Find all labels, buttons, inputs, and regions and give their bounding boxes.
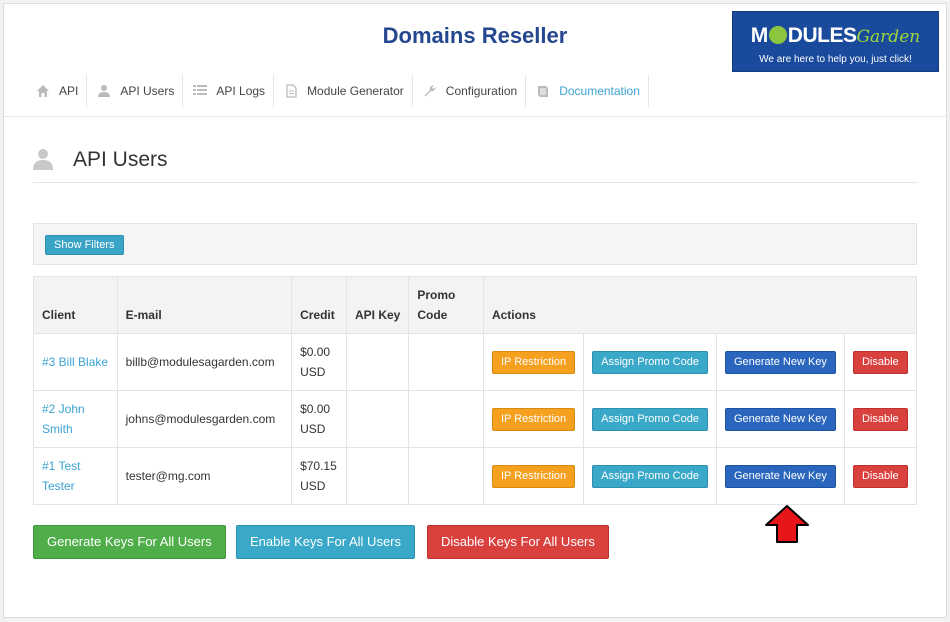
client-link[interactable]: #3 Bill Blake: [42, 355, 108, 369]
promo-code-cell: [408, 447, 484, 505]
nav-item-api-users[interactable]: API Users: [87, 75, 184, 107]
nav-item-documentation[interactable]: Documentation: [526, 75, 649, 107]
client-link[interactable]: #2 John Smith: [42, 402, 85, 436]
nav-label: Configuration: [445, 84, 518, 98]
nav-item-api[interactable]: API: [26, 75, 88, 107]
disable-button[interactable]: Disable: [852, 350, 908, 374]
promo-code-cell: [408, 390, 484, 448]
header: Domains Reseller M DULESGarden We are her…: [4, 4, 946, 117]
client-cell: #1 Test Tester: [33, 447, 118, 505]
nav-item-module-generator[interactable]: Module Generator: [274, 75, 413, 107]
column-header-email[interactable]: E-mail: [116, 276, 293, 334]
email-cell: johns@modulesgarden.com: [116, 390, 293, 448]
generate-new-key-button[interactable]: Generate New Key: [724, 464, 836, 488]
api-key-cell: [345, 390, 410, 448]
disable-button[interactable]: Disable: [852, 407, 908, 431]
api-key-cell: [345, 447, 410, 505]
generate-new-key-button[interactable]: Generate New Key: [724, 350, 836, 374]
api-users-table: Client E-mail Credit API Key Promo Code A…: [33, 276, 918, 505]
filters-bar: Show Filters: [33, 223, 917, 265]
ip-restriction-button[interactable]: IP Restriction: [491, 464, 576, 488]
nav-label: API Users: [120, 84, 175, 98]
email-cell: tester@mg.com: [116, 447, 293, 505]
table-row: #1 Test Tester tester@mg.com $70.15 USD IP…: [33, 447, 918, 505]
assign-promo-code-button[interactable]: Assign Promo Code: [592, 350, 708, 374]
table-row: #3 Bill Blake billb@modulesagarden.com $…: [33, 333, 918, 391]
list-icon: [193, 84, 208, 98]
email-cell: billb@modulesagarden.com: [116, 333, 293, 391]
page-header: API Users: [33, 145, 917, 183]
nav-item-api-logs[interactable]: API Logs: [183, 75, 275, 107]
ip-restriction-button[interactable]: IP Restriction: [491, 350, 576, 374]
table-header-row: Client E-mail Credit API Key Promo Code A…: [33, 276, 918, 334]
app-frame: Domains Reseller M DULESGarden We are her…: [3, 3, 947, 618]
main-nav: API API Users API Logs Module Generator: [26, 75, 649, 107]
column-header-actions: Actions: [482, 276, 918, 334]
modulesgarden-logo[interactable]: M DULESGarden We are here to help you, ju…: [732, 11, 939, 72]
column-header-credit[interactable]: Credit: [291, 276, 347, 334]
logo-globe-icon: [768, 26, 787, 44]
nav-item-configuration[interactable]: Configuration: [413, 75, 527, 107]
disable-keys-for-all-users-button[interactable]: Disable Keys For All Users: [427, 525, 609, 559]
credit-cell: $0.00 USD: [291, 333, 347, 391]
nav-label: API: [59, 84, 79, 98]
generate-keys-for-all-users-button[interactable]: Generate Keys For All Users: [33, 525, 226, 559]
page-title: API Users: [73, 148, 168, 171]
column-header-api-key[interactable]: API Key: [345, 276, 410, 334]
disable-button[interactable]: Disable: [852, 464, 908, 488]
api-key-cell: [345, 333, 410, 391]
logo-wordmark: M DULESGarden: [750, 24, 921, 47]
user-icon: [97, 84, 111, 98]
promo-code-cell: [408, 333, 484, 391]
table-row: #2 John Smith johns@modulesgarden.com $0.…: [33, 390, 918, 448]
user-icon: [33, 148, 53, 170]
logo-tagline: We are here to help you, just click!: [759, 54, 912, 65]
client-link[interactable]: #1 Test Tester: [42, 459, 80, 493]
show-filters-button[interactable]: Show Filters: [45, 235, 124, 255]
arrow-up-icon: [765, 505, 809, 543]
home-icon: [36, 84, 50, 98]
nav-label: API Logs: [216, 84, 266, 98]
ip-restriction-button[interactable]: IP Restriction: [491, 407, 576, 431]
credit-cell: $70.15 USD: [291, 447, 347, 505]
column-header-promo-code[interactable]: Promo Code: [408, 276, 484, 334]
nav-label: Module Generator: [307, 84, 404, 98]
wrench-icon: [423, 84, 437, 98]
generate-new-key-button[interactable]: Generate New Key: [724, 407, 836, 431]
client-cell: #3 Bill Blake: [33, 333, 118, 391]
column-header-client[interactable]: Client: [33, 276, 118, 334]
assign-promo-code-button[interactable]: Assign Promo Code: [592, 464, 708, 488]
enable-keys-for-all-users-button[interactable]: Enable Keys For All Users: [236, 525, 416, 559]
nav-label: Documentation: [559, 84, 640, 98]
file-icon: [284, 84, 298, 98]
client-cell: #2 John Smith: [33, 390, 118, 448]
book-icon: [536, 84, 550, 98]
assign-promo-code-button[interactable]: Assign Promo Code: [592, 407, 708, 431]
credit-cell: $0.00 USD: [291, 390, 347, 448]
